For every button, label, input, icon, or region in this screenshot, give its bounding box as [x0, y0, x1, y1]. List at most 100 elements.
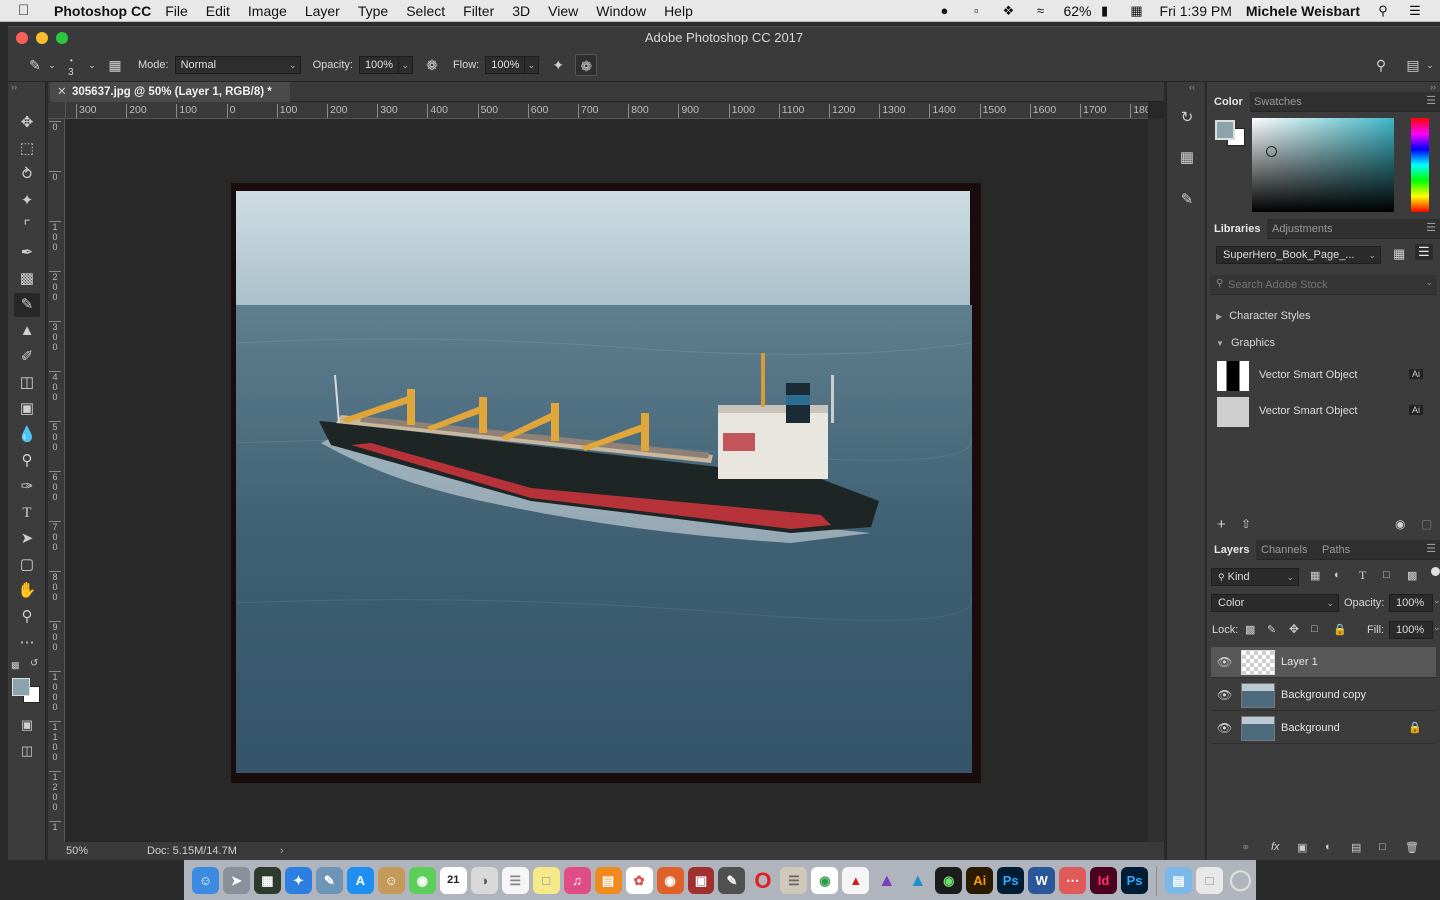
- graphic-item[interactable]: Vector Smart Object Ai: [1207, 359, 1440, 393]
- menu-help[interactable]: Help: [664, 3, 693, 19]
- quick-mask-icon[interactable]: ▣: [14, 713, 40, 737]
- brush-panel-toggle-icon[interactable]: ▦: [104, 54, 126, 76]
- notes-app-icon[interactable]: ☰: [780, 867, 808, 894]
- menu-view[interactable]: View: [548, 3, 578, 19]
- menu-edit[interactable]: Edit: [206, 3, 230, 19]
- launch-grid-icon[interactable]: ⋯: [1059, 867, 1087, 894]
- tab-adjustments[interactable]: Adjustments: [1265, 219, 1340, 239]
- chevron-down-icon[interactable]: ⌄: [1424, 54, 1436, 76]
- menu-app-name[interactable]: Photoshop CC: [54, 3, 151, 19]
- downloads-folder-icon[interactable]: ▤: [1165, 867, 1192, 894]
- layer-style-fx-icon[interactable]: fx: [1271, 841, 1280, 853]
- collapse-panel-icon[interactable]: ››: [1430, 82, 1436, 92]
- graphics-section[interactable]: ▼ Graphics: [1216, 337, 1275, 349]
- hue-slider[interactable]: [1411, 118, 1429, 212]
- stock-search-field[interactable]: ⚲ ⌄: [1210, 275, 1437, 295]
- vertical-ruler[interactable]: 0 0 1 0 0 2 0 0 3 0 0 4 0 0 5 0 0 6 0 0 7 0 0 8 0…: [48, 119, 65, 849]
- type-tool-icon[interactable]: T: [14, 501, 40, 525]
- close-icon[interactable]: ✕: [57, 82, 67, 102]
- pages-icon[interactable]: ✎: [718, 867, 746, 894]
- indesign-icon[interactable]: Id: [1090, 867, 1118, 894]
- mode-select[interactable]: Normal ⌄: [174, 55, 301, 74]
- photoshop-active-icon[interactable]: Ps: [1121, 867, 1149, 894]
- list-view-icon[interactable]: ☰: [1415, 244, 1433, 260]
- pressure-opacity-icon[interactable]: ❁: [421, 54, 443, 76]
- lock-all-icon[interactable]: 🔒: [1333, 623, 1347, 636]
- zoom-tool-icon[interactable]: ⚲: [14, 605, 40, 629]
- photoshop-icon[interactable]: Ps: [997, 867, 1025, 894]
- ruler-origin[interactable]: [48, 102, 66, 119]
- grid-view-icon[interactable]: ▦: [1393, 246, 1405, 262]
- firefox-icon[interactable]: ◉: [656, 867, 684, 894]
- panel-menu-icon[interactable]: ☰: [1426, 94, 1436, 107]
- zoom-level[interactable]: 50%: [66, 842, 88, 860]
- word-icon[interactable]: W: [1028, 867, 1056, 894]
- chrome-icon[interactable]: ◉: [811, 867, 839, 894]
- path-selection-tool-icon[interactable]: ➤: [14, 527, 40, 551]
- menu-filter[interactable]: Filter: [463, 3, 494, 19]
- illustrator-icon[interactable]: Ai: [966, 867, 994, 894]
- fg-color-chip[interactable]: [1215, 120, 1235, 140]
- search-icon[interactable]: ⚲: [1370, 54, 1392, 76]
- visibility-eye-icon[interactable]: 👁: [1217, 688, 1232, 702]
- document-tab[interactable]: ✕ 305637.jpg @ 50% (Layer 1, RGB/8) *: [50, 82, 290, 102]
- fill-field[interactable]: 100%: [1389, 621, 1433, 639]
- add-mask-icon[interactable]: ▣: [1297, 841, 1307, 854]
- crop-tool-icon[interactable]: ⌜: [14, 215, 40, 239]
- zoom-window-button[interactable]: [56, 32, 68, 44]
- collapse-panel-icon[interactable]: ‹‹: [1189, 82, 1195, 92]
- filter-smart-object-icon[interactable]: ▩: [1407, 569, 1417, 582]
- photo-booth-icon[interactable]: ▣: [687, 867, 715, 894]
- properties-panel-icon[interactable]: ▦: [1175, 146, 1199, 170]
- menubar-user[interactable]: Michele Weisbart: [1246, 3, 1360, 19]
- menubar-clock[interactable]: Fri 1:39 PM: [1160, 3, 1232, 19]
- layer-row[interactable]: 👁 Layer 1: [1211, 647, 1436, 678]
- chevron-down-icon[interactable]: ⌄: [1433, 595, 1440, 606]
- creative-cloud-sync-icon[interactable]: ◉: [1395, 517, 1405, 531]
- visibility-eye-icon[interactable]: 👁: [1217, 721, 1232, 735]
- affinity-designer-icon[interactable]: ▲: [904, 867, 931, 894]
- document-image[interactable]: [231, 183, 981, 783]
- history-panel-icon[interactable]: ↻: [1175, 106, 1199, 130]
- filter-type-icon[interactable]: T: [1359, 568, 1366, 583]
- more-tools-icon[interactable]: ⋯: [14, 631, 40, 655]
- filter-shape-icon[interactable]: □: [1383, 569, 1390, 581]
- stock-search-input[interactable]: [1228, 277, 1418, 293]
- finder-icon[interactable]: ☺: [192, 867, 219, 894]
- contacts-icon[interactable]: ☺: [377, 867, 405, 894]
- ibooks-icon[interactable]: ▤: [594, 867, 622, 894]
- dodge-tool-icon[interactable]: ⚲: [14, 449, 40, 473]
- spotlight-icon[interactable]: ⚲: [1374, 4, 1392, 18]
- menu-select[interactable]: Select: [406, 3, 445, 19]
- opera-icon[interactable]: O: [749, 867, 776, 894]
- brush-settings-panel-icon[interactable]: ✎: [1175, 188, 1199, 212]
- character-styles-section[interactable]: ▶ Character Styles: [1216, 310, 1311, 322]
- input-menu-icon[interactable]: ▦: [1128, 4, 1146, 18]
- battery-icon[interactable]: ▮: [1096, 4, 1114, 18]
- minimize-window-button[interactable]: [36, 32, 48, 44]
- new-group-icon[interactable]: ▤: [1351, 841, 1361, 854]
- creative-cloud-icon[interactable]: ●: [935, 4, 953, 18]
- screen-mode-icon[interactable]: ◫: [14, 739, 40, 763]
- mission-control-icon[interactable]: ▦: [253, 867, 281, 894]
- menu-window[interactable]: Window: [596, 3, 646, 19]
- photos-icon[interactable]: ✿: [625, 867, 653, 894]
- default-colors-icon[interactable]: ▩: [11, 660, 20, 671]
- layer-lock-icon[interactable]: 🔒: [1408, 721, 1422, 734]
- tab-swatches[interactable]: Swatches: [1247, 92, 1309, 112]
- filter-pixel-icon[interactable]: ▦: [1310, 569, 1320, 582]
- documents-stack-icon[interactable]: □: [1196, 867, 1223, 894]
- tab-paths[interactable]: Paths: [1315, 540, 1357, 560]
- opacity-slider-toggle[interactable]: ⌄: [398, 55, 413, 74]
- lock-transparent-icon[interactable]: ▩: [1245, 623, 1255, 636]
- clone-stamp-tool-icon[interactable]: ▲: [14, 319, 40, 343]
- brush-tool-icon[interactable]: ✎: [14, 293, 40, 317]
- launchpad-icon[interactable]: ➤: [222, 867, 250, 894]
- safari-icon[interactable]: ✦: [284, 867, 312, 894]
- affinity-icon[interactable]: ▲: [873, 867, 900, 894]
- link-layers-icon[interactable]: ⚭: [1241, 841, 1250, 854]
- horizontal-ruler[interactable]: 300 200 100 0 100 200 300 400 500 600 700 800 900 100…: [66, 102, 1148, 119]
- layer-row[interactable]: 👁 Background copy: [1211, 680, 1436, 711]
- messages-icon[interactable]: ◉: [408, 867, 436, 894]
- activity-monitor-icon[interactable]: ◉: [935, 867, 963, 894]
